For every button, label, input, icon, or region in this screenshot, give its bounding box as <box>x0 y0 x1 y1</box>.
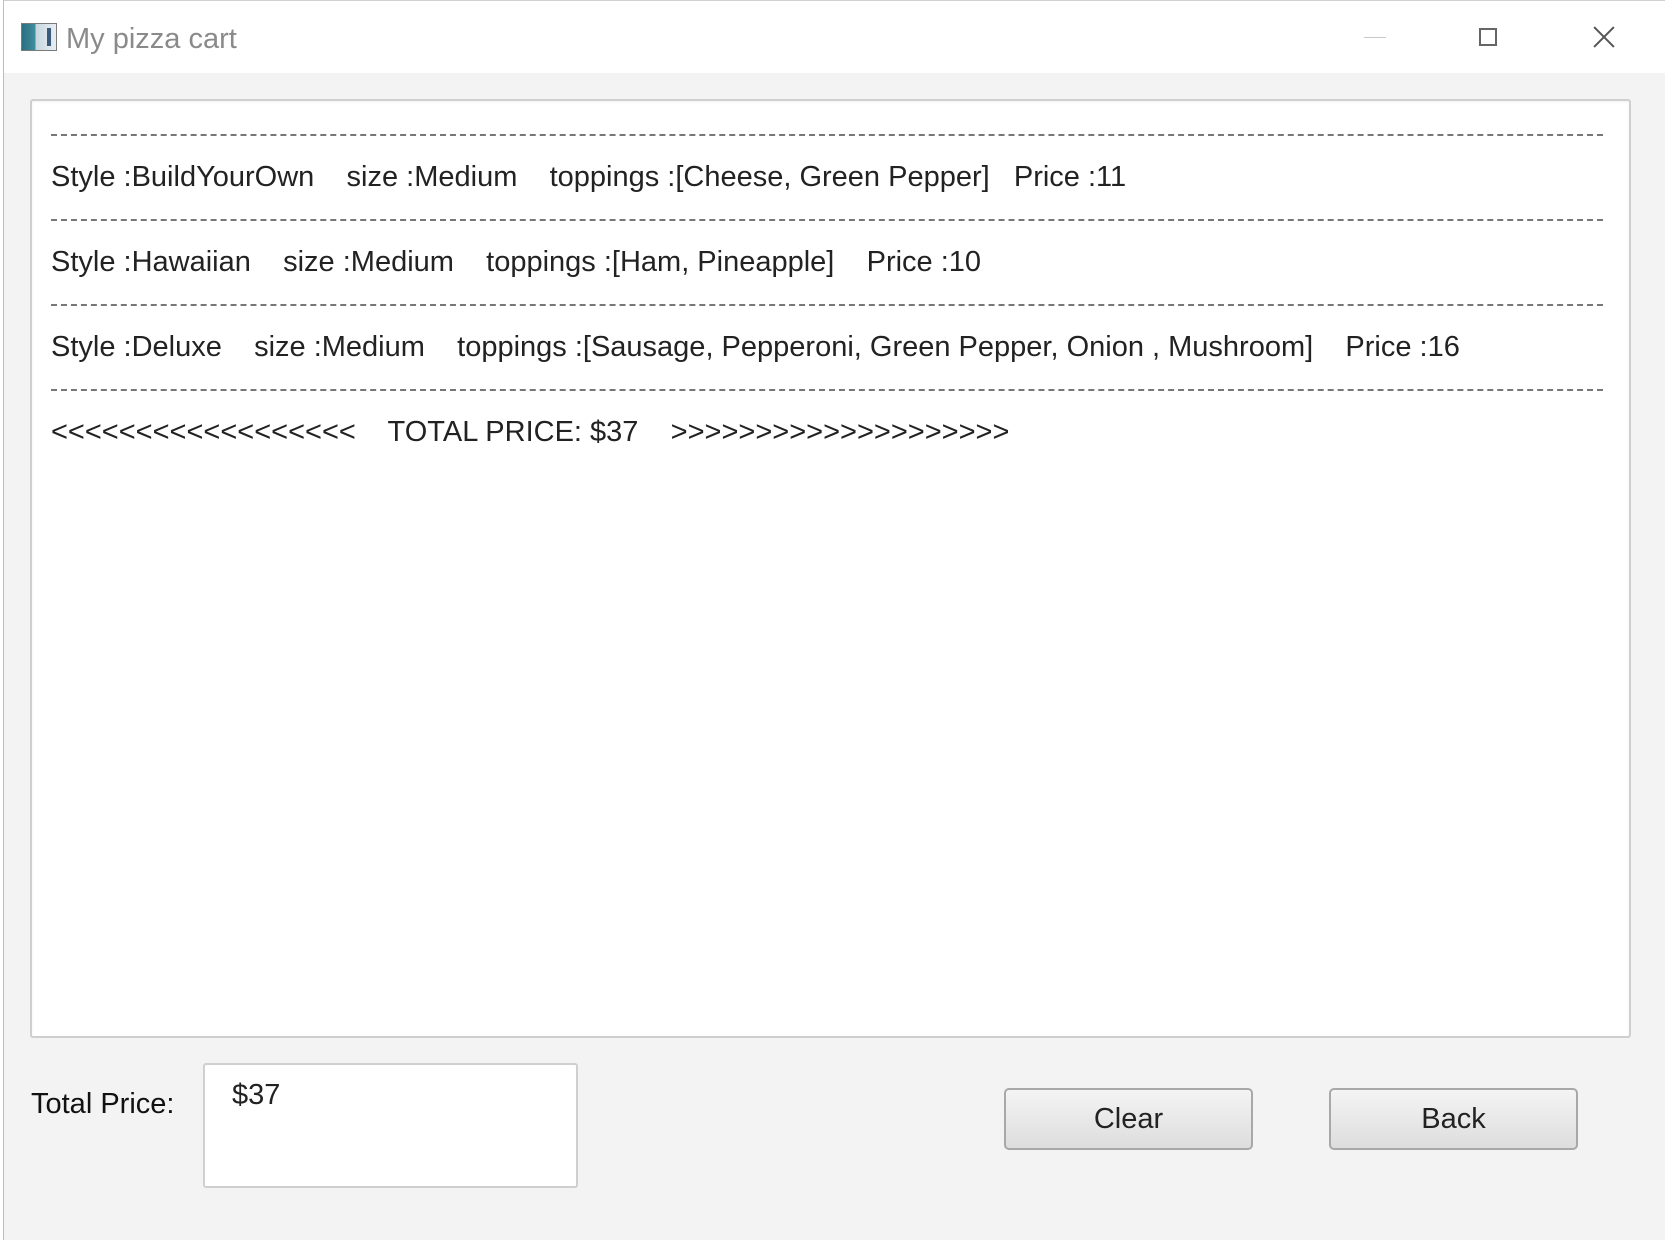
back-button[interactable]: Back <box>1329 1088 1578 1150</box>
separator-line <box>51 198 1603 241</box>
close-icon <box>1593 26 1615 48</box>
maximize-icon <box>1479 28 1497 46</box>
close-button[interactable] <box>1549 1 1659 73</box>
separator-line <box>51 283 1603 326</box>
separator-line <box>51 113 1603 156</box>
cart-item: Style :BuildYourOwn size :Medium topping… <box>51 160 1127 193</box>
minimize-button[interactable] <box>1320 1 1430 73</box>
total-price-field[interactable]: $37 <box>203 1063 578 1188</box>
minimize-icon <box>1364 36 1386 38</box>
maximize-button[interactable] <box>1433 1 1543 73</box>
window-title: My pizza cart <box>66 23 237 55</box>
clear-button[interactable]: Clear <box>1004 1088 1253 1150</box>
title-bar: My pizza cart <box>4 1 1665 73</box>
total-price-line: <<<<<<<<<<<<<<<<<< TOTAL PRICE: $37 >>>>… <box>51 415 1010 448</box>
cart-item: Style :Hawaiian size :Medium toppings :[… <box>51 245 982 278</box>
total-price-label: Total Price: <box>31 1088 175 1120</box>
cart-text-area[interactable]: Style :BuildYourOwn size :Medium topping… <box>30 99 1631 1038</box>
pizza-cart-window: My pizza cart Style :BuildYourOwn size :… <box>3 0 1665 1240</box>
separator-line <box>51 368 1603 411</box>
cart-item: Style :Deluxe size :Medium toppings :[Sa… <box>51 330 1460 363</box>
app-icon <box>21 23 57 51</box>
cart-list: Style :BuildYourOwn size :Medium topping… <box>51 113 1603 453</box>
